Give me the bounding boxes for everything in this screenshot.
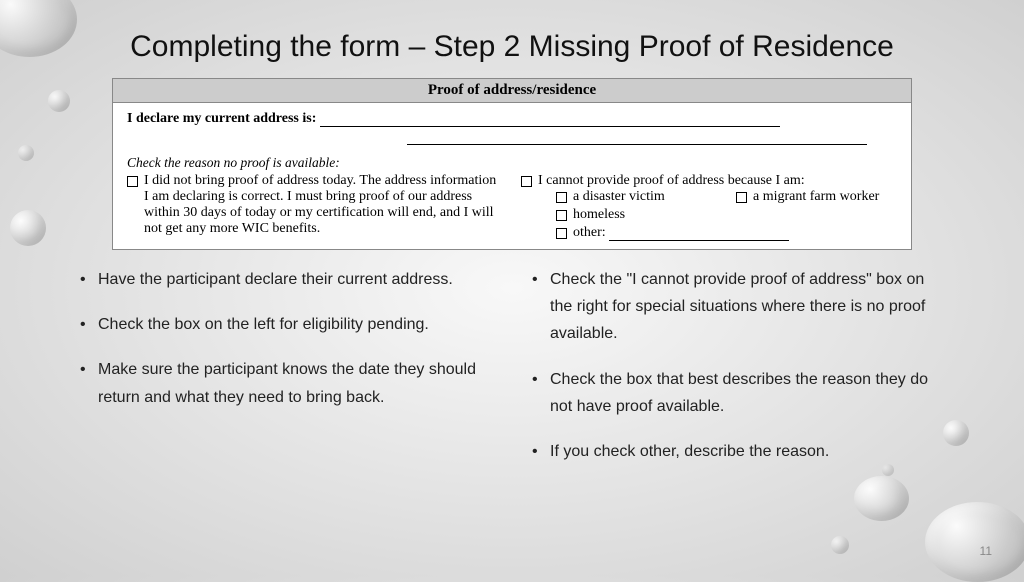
bullet-item: Check the box on the left for eligibilit… <box>80 311 492 338</box>
left-option-text: I did not bring proof of address today. … <box>144 173 503 237</box>
checkbox-migrant: a migrant farm worker <box>736 189 879 205</box>
checkbox-icon <box>127 176 138 187</box>
checkbox-homeless: homeless <box>556 207 897 223</box>
bullet-item: Check the box that best describes the re… <box>532 366 944 420</box>
checkbox-icon <box>556 228 567 239</box>
sub-homeless-label: homeless <box>573 207 625 223</box>
checkbox-icon <box>556 192 567 203</box>
checkbox-other: other: <box>556 225 897 241</box>
checkbox-cannot-provide: I cannot provide proof of address becaus… <box>521 173 897 243</box>
right-option-text: I cannot provide proof of address becaus… <box>538 173 897 189</box>
page-number: 11 <box>980 544 992 558</box>
sub-disaster-label: a disaster victim <box>573 189 665 205</box>
declare-label: I declare my current address is: <box>127 111 316 126</box>
checkbox-icon <box>521 176 532 187</box>
bullet-item: If you check other, describe the reason. <box>532 438 944 465</box>
sub-migrant-label: a migrant farm worker <box>753 189 879 205</box>
checkbox-disaster: a disaster victim <box>556 189 706 205</box>
check-reason-label: Check the reason no proof is available: <box>127 155 897 171</box>
left-bullet-column: Have the participant declare their curre… <box>80 266 492 483</box>
bullet-item: Check the "I cannot provide proof of add… <box>532 266 944 348</box>
checkbox-no-proof-today: I did not bring proof of address today. … <box>127 173 503 237</box>
bullet-item: Have the participant declare their curre… <box>80 266 492 293</box>
proof-of-address-form: Proof of address/residence I declare my … <box>112 78 912 250</box>
address-line-2 <box>407 131 867 145</box>
bullet-item: Make sure the participant knows the date… <box>80 356 492 410</box>
checkbox-icon <box>736 192 747 203</box>
sub-other-label: other: <box>573 225 606 240</box>
slide-title: Completing the form – Step 2 Missing Pro… <box>80 30 944 64</box>
checkbox-icon <box>556 210 567 221</box>
form-header: Proof of address/residence <box>113 79 911 103</box>
right-bullet-column: Check the "I cannot provide proof of add… <box>532 266 944 483</box>
declare-line: I declare my current address is: <box>127 111 897 127</box>
